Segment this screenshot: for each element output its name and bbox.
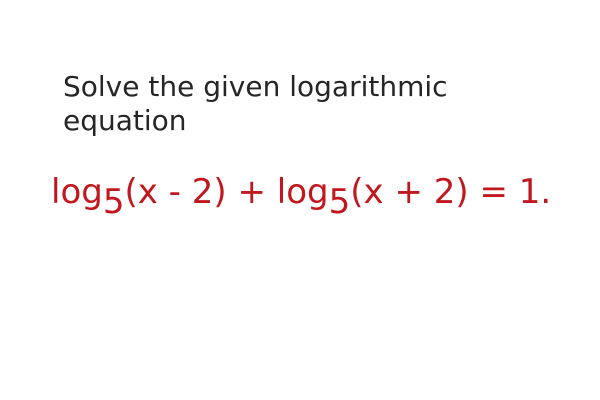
log-function-2: log [276, 172, 329, 212]
prompt-line-2: equation [63, 104, 187, 137]
log-base-1: 5 [102, 182, 125, 222]
log-base-2: 5 [328, 182, 351, 222]
log-function-1: log [51, 172, 103, 212]
log-equation: log5(x - 2) + log5(x + 2) = 1. [51, 170, 552, 222]
prompt-line-1: Solve the given logarithmic [63, 70, 448, 103]
problem-prompt: Solve the given logarithmic equation [63, 70, 533, 138]
log-argument-2: (x + 2) = 1. [350, 172, 552, 212]
log-argument-1: (x - 2) + [124, 172, 277, 212]
